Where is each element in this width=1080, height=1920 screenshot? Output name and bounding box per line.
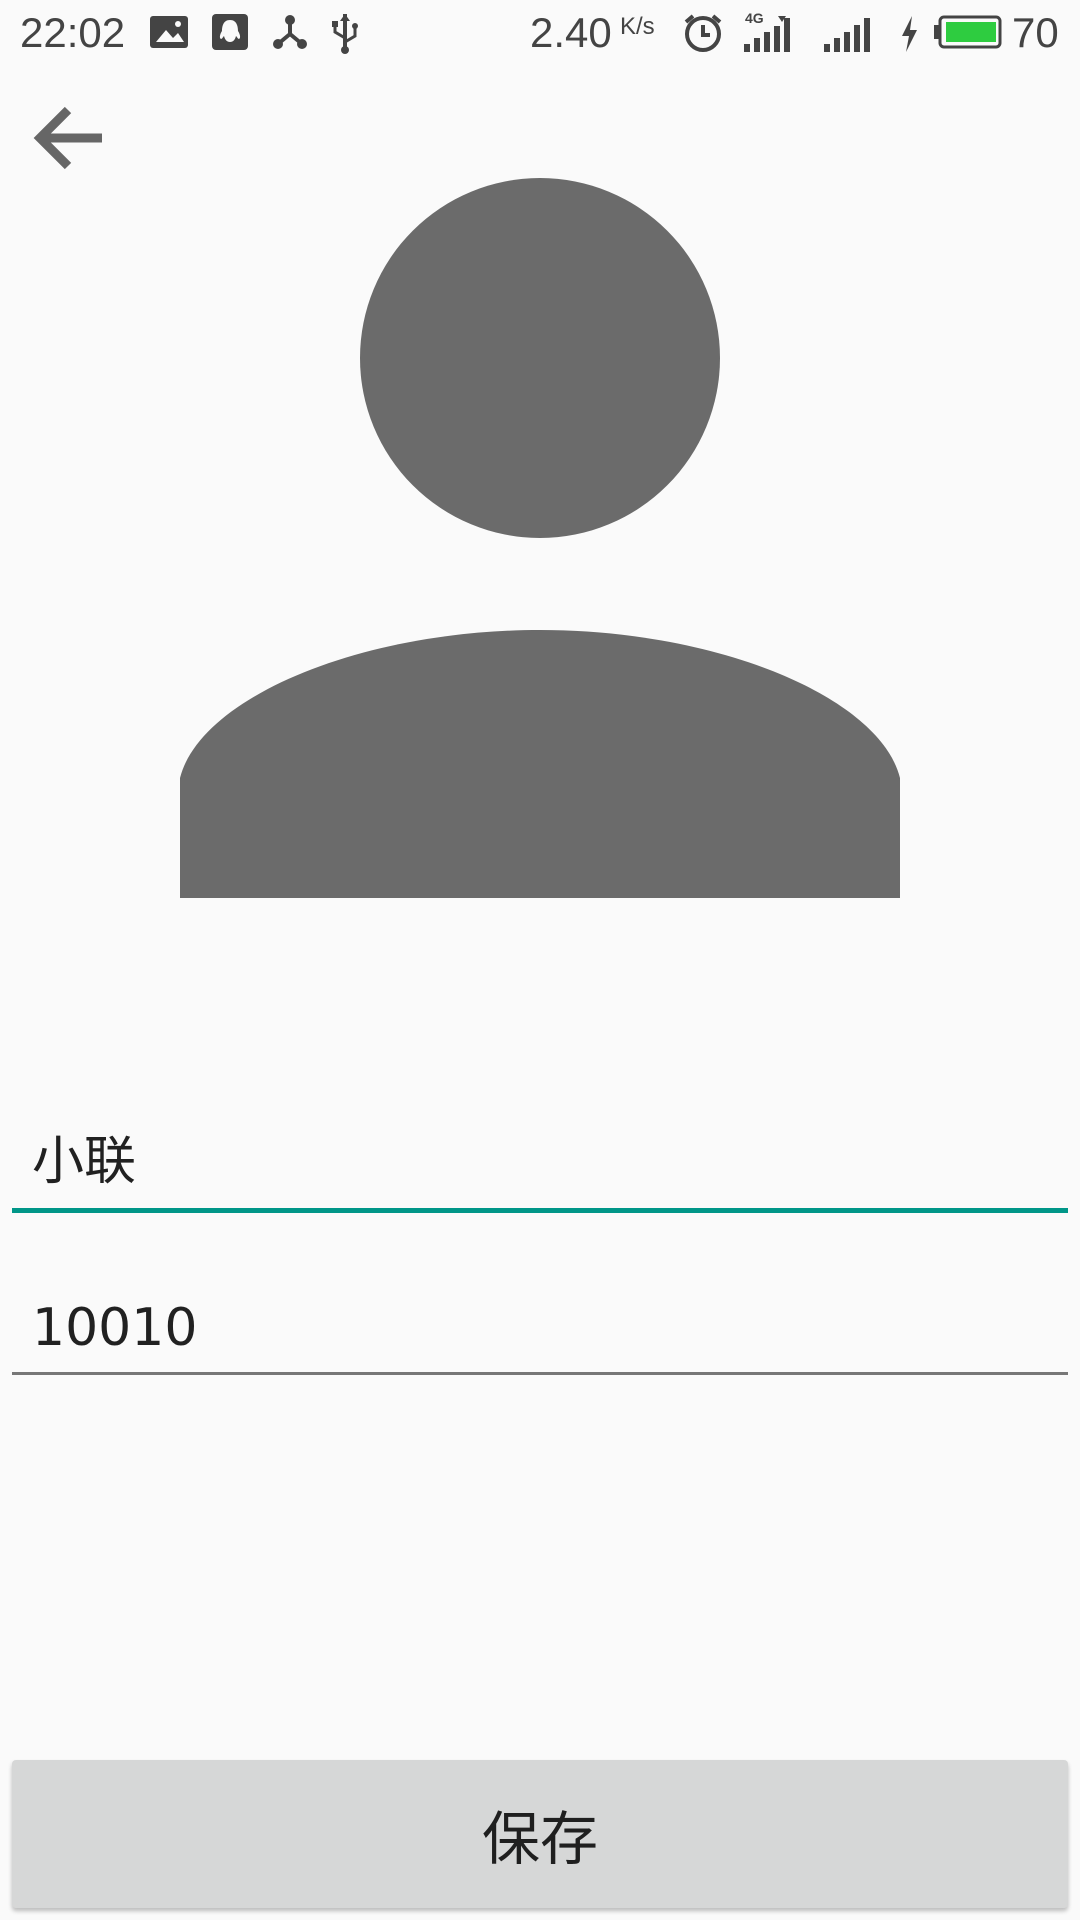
alarm-icon <box>682 12 724 58</box>
signal-icon <box>742 14 802 58</box>
signal-icon <box>822 14 880 58</box>
status-bar: 22:02 2.40 K/s 4G 70 <box>0 0 1080 66</box>
share-icon <box>270 12 310 56</box>
image-icon <box>148 12 190 56</box>
usb-icon <box>330 12 360 58</box>
phone-field[interactable]: 10010 <box>12 1282 1068 1375</box>
battery-icon <box>932 12 1004 56</box>
charging-icon <box>898 14 920 58</box>
arrow-left-icon <box>33 106 102 170</box>
status-time: 22:02 <box>20 9 126 56</box>
save-button[interactable]: 保存 <box>12 1760 1068 1908</box>
avatar[interactable] <box>180 178 900 902</box>
net-speed-unit: K/s <box>620 13 655 40</box>
name-field[interactable]: 小联 <box>12 1118 1068 1213</box>
phone-value: 10010 <box>32 1298 198 1358</box>
save-button-label: 保存 <box>481 1805 598 1873</box>
name-value: 小联 <box>32 1132 137 1192</box>
qq-icon <box>210 12 250 56</box>
battery-percent: 70 <box>1012 9 1059 56</box>
back-button[interactable] <box>22 90 118 186</box>
net-speed: 2.40 <box>530 9 612 56</box>
person-icon <box>180 178 900 898</box>
